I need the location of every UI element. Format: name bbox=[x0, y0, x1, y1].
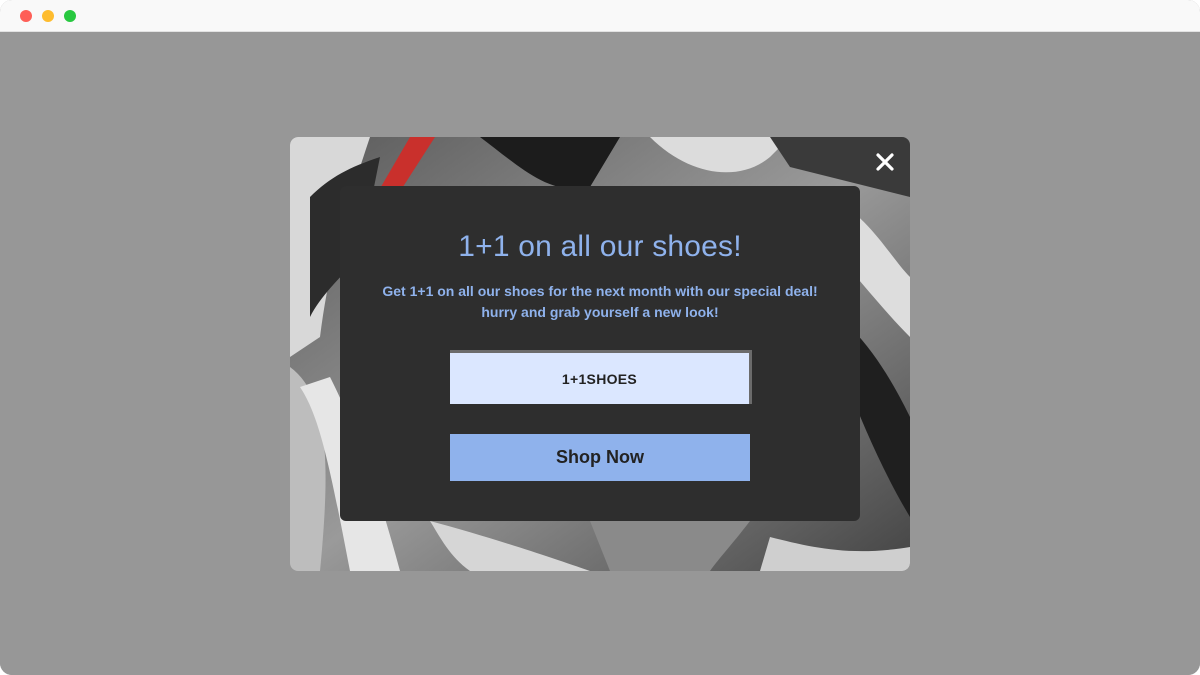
coupon-code-field[interactable]: 1+1SHOES bbox=[450, 350, 752, 404]
window-titlebar bbox=[0, 0, 1200, 32]
promo-title: 1+1 on all our shoes! bbox=[458, 230, 742, 263]
maximize-window-control[interactable] bbox=[64, 10, 76, 22]
close-icon bbox=[876, 153, 894, 171]
promo-description-line-1: Get 1+1 on all our shoes for the next mo… bbox=[382, 283, 818, 299]
promo-description: Get 1+1 on all our shoes for the next mo… bbox=[370, 281, 830, 323]
shop-now-button[interactable]: Shop Now bbox=[450, 434, 750, 481]
promo-card: 1+1 on all our shoes! Get 1+1 on all our… bbox=[340, 186, 860, 521]
minimize-window-control[interactable] bbox=[42, 10, 54, 22]
close-window-control[interactable] bbox=[20, 10, 32, 22]
browser-window: 1+1 on all our shoes! Get 1+1 on all our… bbox=[0, 0, 1200, 675]
promo-description-line-2: hurry and grab yourself a new look! bbox=[481, 304, 719, 320]
close-popup-button[interactable] bbox=[874, 151, 896, 173]
promo-popup: 1+1 on all our shoes! Get 1+1 on all our… bbox=[290, 137, 910, 571]
